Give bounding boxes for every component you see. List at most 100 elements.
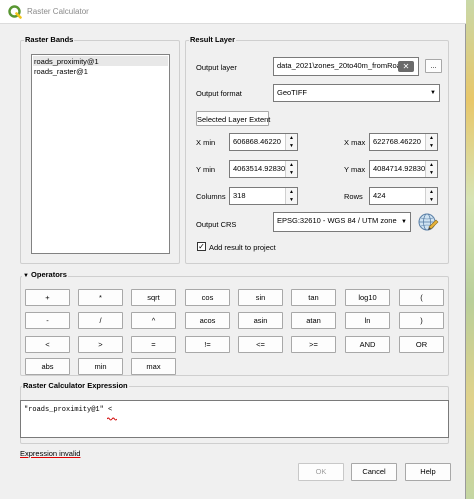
raster-bands-title: Raster Bands: [24, 35, 75, 44]
columns-value: 318: [233, 191, 246, 200]
add-result-label: Add result to project: [209, 243, 276, 252]
operator-and-button[interactable]: AND: [345, 336, 390, 353]
output-format-select[interactable]: GeoTIFF ▼: [273, 84, 440, 102]
spin-down-icon[interactable]: ▼: [426, 142, 437, 150]
help-button[interactable]: Help: [405, 463, 451, 481]
operator-max-button[interactable]: max: [131, 358, 176, 375]
qgis-logo-icon: [8, 5, 22, 19]
operator-ln-button[interactable]: ln: [345, 312, 390, 329]
spin-buttons[interactable]: ▲ ▼: [425, 161, 437, 177]
columns-spinbox[interactable]: 318 ▲ ▼: [229, 187, 298, 205]
output-layer-value: data_2021\zones_20to40m_fromRoad: [277, 61, 406, 70]
spin-buttons[interactable]: ▲ ▼: [285, 188, 297, 204]
operators-title[interactable]: ▼ Operators: [22, 270, 68, 279]
expression-status: Expression invalid: [20, 449, 81, 458]
output-layer-field[interactable]: data_2021\zones_20to40m_fromRoad ✕: [273, 57, 419, 76]
chevron-down-icon: ▼: [398, 213, 410, 231]
spin-down-icon[interactable]: ▼: [426, 196, 437, 204]
spin-buttons[interactable]: ▲ ▼: [285, 161, 297, 177]
ymin-value: 4063514.92830: [233, 164, 286, 173]
cancel-button[interactable]: Cancel: [351, 463, 397, 481]
spin-up-icon[interactable]: ▲: [286, 134, 297, 142]
spin-buttons[interactable]: ▲ ▼: [285, 134, 297, 150]
output-format-label: Output format: [196, 89, 242, 98]
ymax-label: Y max: [344, 165, 366, 174]
operator-atan-button[interactable]: atan: [291, 312, 336, 329]
ok-button[interactable]: OK: [298, 463, 344, 481]
error-squiggle: [107, 417, 117, 421]
operator-close-paren-button[interactable]: ): [399, 312, 444, 329]
xmax-label: X max: [344, 138, 366, 147]
operators-title-text: Operators: [31, 270, 67, 279]
list-item[interactable]: roads_raster@1: [34, 67, 88, 76]
spin-up-icon[interactable]: ▲: [426, 134, 437, 142]
operator-greater-equal-button[interactable]: >=: [291, 336, 336, 353]
operator-multiply-button[interactable]: *: [78, 289, 123, 306]
chevron-down-icon: ▼: [427, 85, 439, 101]
operator-cos-button[interactable]: cos: [185, 289, 230, 306]
ymax-value: 4084714.92830: [373, 164, 426, 173]
clear-icon[interactable]: ✕: [398, 61, 414, 72]
operator-equals-button[interactable]: =: [131, 336, 176, 353]
spin-up-icon[interactable]: ▲: [426, 188, 437, 196]
operator-greater-than-button[interactable]: >: [78, 336, 123, 353]
operator-min-button[interactable]: min: [78, 358, 123, 375]
operator-abs-button[interactable]: abs: [25, 358, 70, 375]
spin-down-icon[interactable]: ▼: [286, 169, 297, 177]
operator-less-than-button[interactable]: <: [25, 336, 70, 353]
spin-up-icon[interactable]: ▲: [426, 161, 437, 169]
rows-label: Rows: [344, 192, 363, 201]
operator-tan-button[interactable]: tan: [291, 289, 336, 306]
xmax-spinbox[interactable]: 622768.46220 ▲ ▼: [369, 133, 438, 151]
operator-open-paren-button[interactable]: (: [399, 289, 444, 306]
operator-divide-button[interactable]: /: [78, 312, 123, 329]
list-item[interactable]: roads_proximity@1: [34, 57, 99, 66]
output-crs-label: Output CRS: [196, 220, 237, 229]
raster-calculator-dialog: Raster Calculator Raster Bands roads_pro…: [0, 0, 466, 499]
window-title: Raster Calculator: [27, 7, 89, 16]
title-bar[interactable]: Raster Calculator: [0, 0, 466, 24]
expression-text: "roads_proximity@1" <: [24, 406, 113, 414]
spin-up-icon[interactable]: ▲: [286, 161, 297, 169]
operator-power-button[interactable]: ^: [131, 312, 176, 329]
spin-down-icon[interactable]: ▼: [286, 142, 297, 150]
rows-value: 424: [373, 191, 386, 200]
operator-not-equals-button[interactable]: !=: [185, 336, 230, 353]
collapse-triangle-icon[interactable]: ▼: [23, 273, 29, 279]
xmin-label: X min: [196, 138, 216, 147]
raster-bands-list[interactable]: roads_proximity@1 roads_raster@1: [31, 54, 170, 254]
operator-sqrt-button[interactable]: sqrt: [131, 289, 176, 306]
expression-title: Raster Calculator Expression: [22, 381, 129, 390]
xmax-value: 622768.46220: [373, 137, 421, 146]
output-layer-label: Output layer: [196, 63, 237, 72]
operator-or-button[interactable]: OR: [399, 336, 444, 353]
select-crs-globe-icon[interactable]: [417, 212, 439, 234]
add-result-checkbox[interactable]: ✓: [197, 242, 206, 251]
checkmark-icon: ✓: [198, 242, 205, 251]
operator-asin-button[interactable]: asin: [238, 312, 283, 329]
background-map: [466, 0, 474, 499]
operator-sin-button[interactable]: sin: [238, 289, 283, 306]
ymin-spinbox[interactable]: 4063514.92830 ▲ ▼: [229, 160, 298, 178]
output-crs-select[interactable]: EPSG:32610 - WGS 84 / UTM zone 10N ▼: [273, 212, 411, 232]
expression-editor[interactable]: "roads_proximity@1" <: [20, 400, 449, 438]
spin-up-icon[interactable]: ▲: [286, 188, 297, 196]
browse-button[interactable]: ...: [425, 59, 442, 73]
selected-layer-extent-button[interactable]: Selected Layer Extent: [196, 111, 270, 126]
spin-down-icon[interactable]: ▼: [426, 169, 437, 177]
output-format-value: GeoTIFF: [277, 88, 308, 97]
operator-minus-button[interactable]: -: [25, 312, 70, 329]
ymin-label: Y min: [196, 165, 216, 174]
ymax-spinbox[interactable]: 4084714.92830 ▲ ▼: [369, 160, 438, 178]
rows-spinbox[interactable]: 424 ▲ ▼: [369, 187, 438, 205]
operator-log10-button[interactable]: log10: [345, 289, 390, 306]
spin-buttons[interactable]: ▲ ▼: [425, 134, 437, 150]
result-layer-title: Result Layer: [189, 35, 237, 44]
xmin-value: 606868.46220: [233, 137, 281, 146]
operator-less-equal-button[interactable]: <=: [238, 336, 283, 353]
xmin-spinbox[interactable]: 606868.46220 ▲ ▼: [229, 133, 298, 151]
spin-buttons[interactable]: ▲ ▼: [425, 188, 437, 204]
operator-acos-button[interactable]: acos: [185, 312, 230, 329]
operator-plus-button[interactable]: +: [25, 289, 70, 306]
spin-down-icon[interactable]: ▼: [286, 196, 297, 204]
